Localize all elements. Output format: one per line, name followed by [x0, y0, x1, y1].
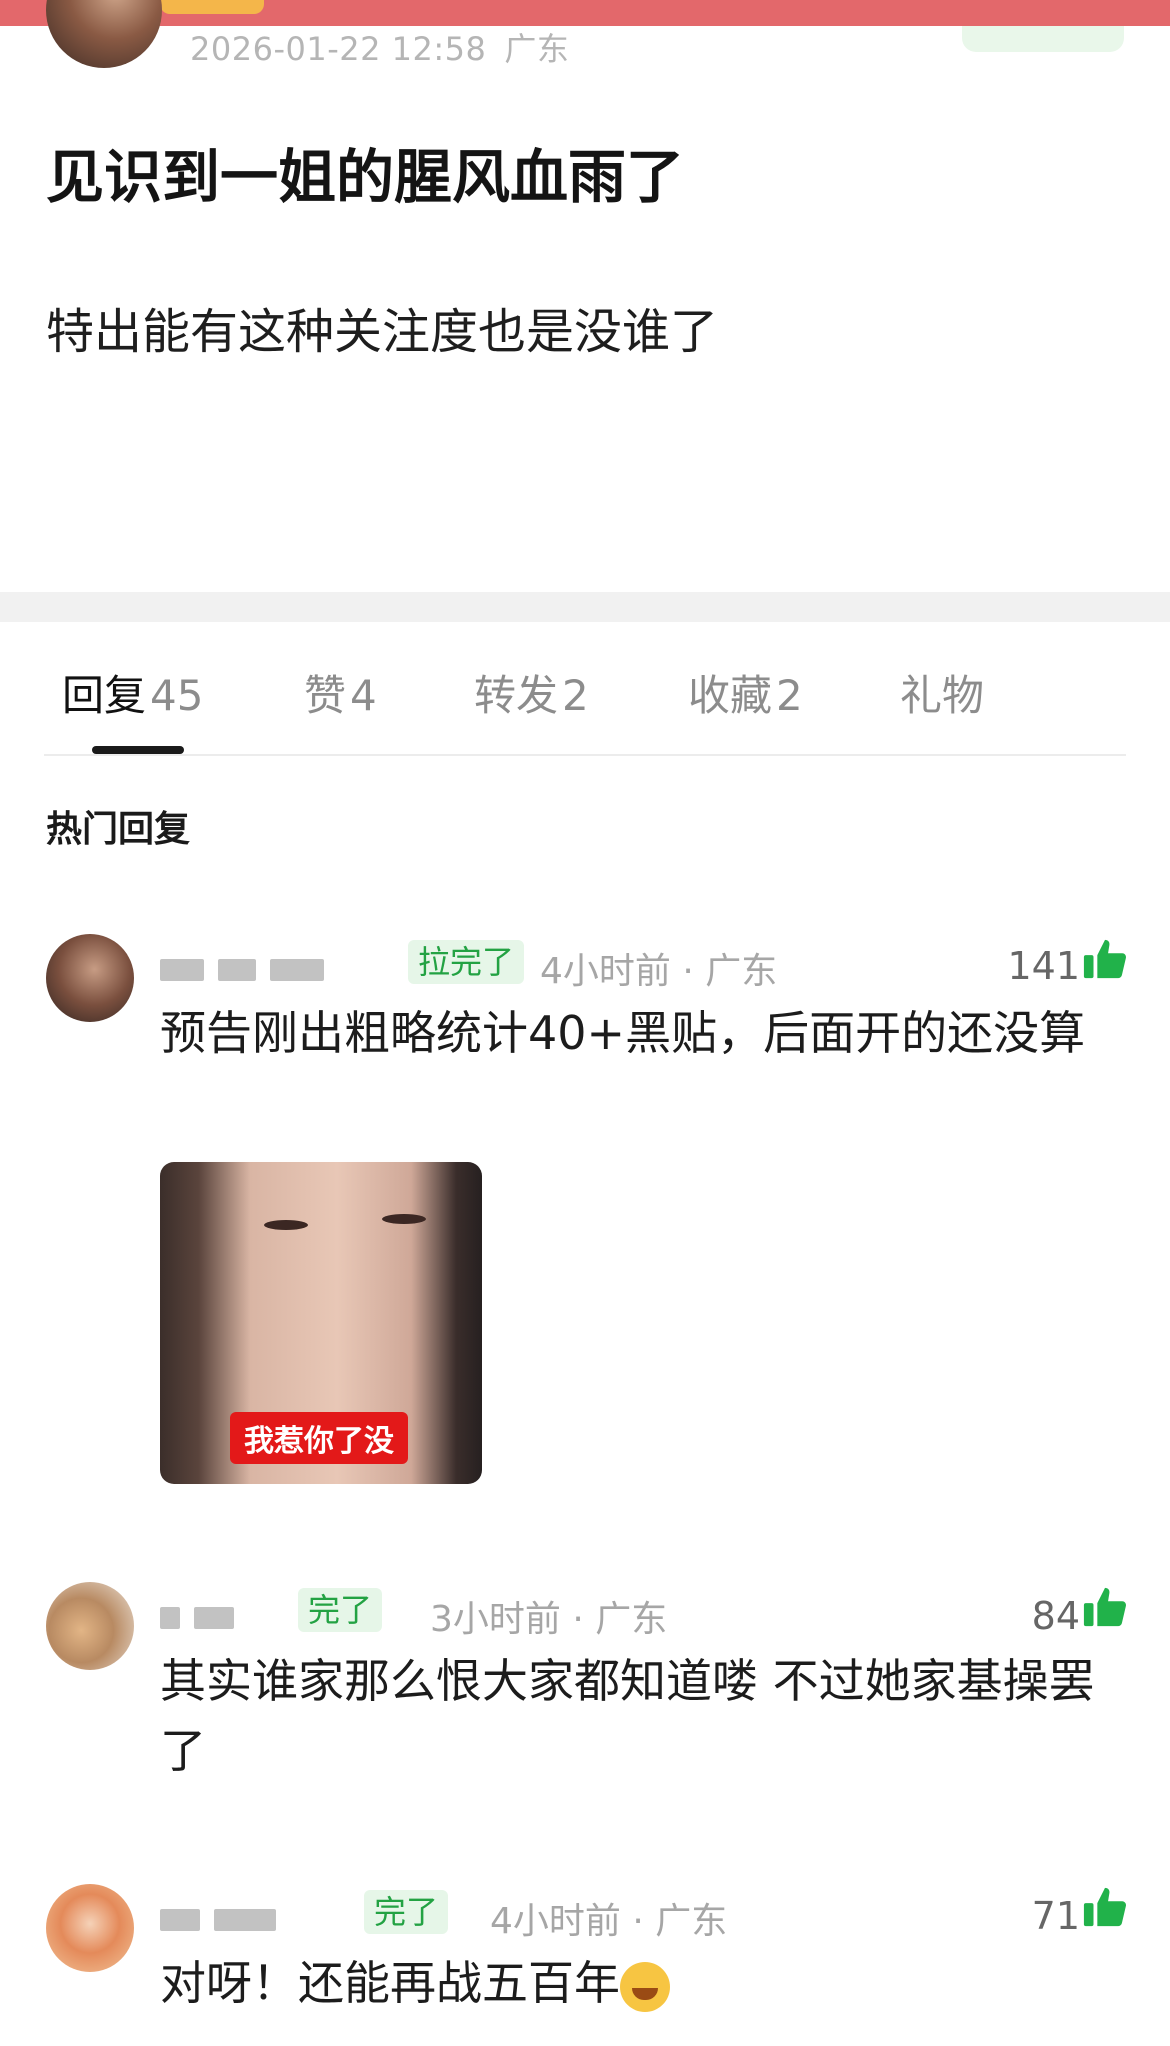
commenter-avatar[interactable] — [46, 934, 134, 1022]
redacted-name-fragment — [194, 1607, 234, 1629]
follow-button[interactable] — [962, 26, 1124, 52]
comment-meta: 4小时前 · 广东 — [540, 951, 778, 992]
like-count: 71 — [1031, 1894, 1080, 1938]
like-count: 84 — [1031, 1594, 1080, 1638]
section-divider — [0, 592, 1170, 622]
tab-bar: 回复45 赞4 转发2 收藏2 礼物 — [0, 650, 1170, 754]
comment-meta: 3小时前 · 广东 — [430, 1599, 668, 1640]
commenter-avatar[interactable] — [46, 1884, 134, 1972]
redacted-name-fragment — [160, 1607, 180, 1629]
comment-text: 对呀！还能再战五百年 — [160, 1948, 1100, 2018]
redacted-name-fragment — [270, 959, 324, 981]
comment-text: 预告刚出粗略统计40+黑贴，后面开的还没算 — [160, 1006, 1086, 1060]
commenter-name[interactable] — [160, 1898, 290, 1942]
thumbs-up-icon[interactable] — [1082, 936, 1128, 982]
redacted-name-fragment — [218, 959, 256, 981]
thumbs-up-icon[interactable] — [1082, 1884, 1128, 1930]
post-location: 广东 — [504, 30, 570, 68]
comment-image[interactable]: 我惹你了没 — [160, 1162, 482, 1484]
post-body: 特出能有这种关注度也是没谁了 — [46, 304, 719, 360]
tab-likes[interactable]: 赞4 — [304, 662, 377, 723]
laughing-emoji-icon — [620, 1961, 670, 2012]
tab-label: 赞 — [304, 671, 347, 720]
tab-favorites[interactable]: 收藏2 — [688, 662, 803, 723]
comment-meta: 4小时前 · 广东 — [490, 1901, 728, 1942]
post-meta: 2026-01-22 12:58 广东 — [190, 24, 587, 70]
tab-replies[interactable]: 回复45 — [62, 662, 203, 723]
thumbs-up-icon[interactable] — [1082, 1584, 1128, 1630]
tabs-divider — [44, 754, 1126, 756]
image-detail — [264, 1220, 308, 1230]
commenter-name[interactable] — [160, 948, 338, 992]
tab-label: 礼物 — [900, 671, 985, 720]
top-badge — [160, 0, 264, 14]
redacted-name-fragment — [160, 1909, 200, 1931]
commenter-avatar[interactable] — [46, 1582, 134, 1670]
tab-count: 45 — [150, 671, 204, 720]
commenter-name[interactable] — [160, 1596, 248, 1640]
redacted-name-fragment — [214, 1909, 276, 1931]
active-tab-indicator — [92, 746, 184, 754]
tab-count: 2 — [562, 671, 589, 720]
comment-text: 其实谁家那么恨大家都知道喽 不过她家基操罢了 — [160, 1654, 1095, 1778]
comment-text-content: 对呀！还能再战五百年 — [160, 1956, 620, 2010]
user-badge: 完了 — [364, 1890, 449, 1934]
tab-count: 4 — [350, 671, 377, 720]
tab-label: 收藏 — [688, 671, 773, 720]
tab-reposts[interactable]: 转发2 — [474, 662, 589, 723]
image-caption: 我惹你了没 — [230, 1412, 408, 1464]
image-detail — [382, 1214, 426, 1224]
author-avatar[interactable] — [46, 0, 162, 68]
user-badge: 完了 — [298, 1588, 383, 1632]
post-date: 2026-01-22 12:58 — [190, 30, 487, 68]
tab-label: 转发 — [474, 671, 559, 720]
post-title: 见识到一姐的腥风血雨了 — [46, 143, 685, 211]
tab-label: 回复 — [62, 671, 147, 720]
tab-gifts[interactable]: 礼物 — [900, 662, 984, 723]
hot-replies-title: 热门回复 — [46, 809, 191, 850]
like-count: 141 — [1007, 944, 1080, 988]
tab-count: 2 — [776, 671, 803, 720]
user-badge: 拉完了 — [408, 940, 525, 984]
redacted-name-fragment — [160, 959, 204, 981]
